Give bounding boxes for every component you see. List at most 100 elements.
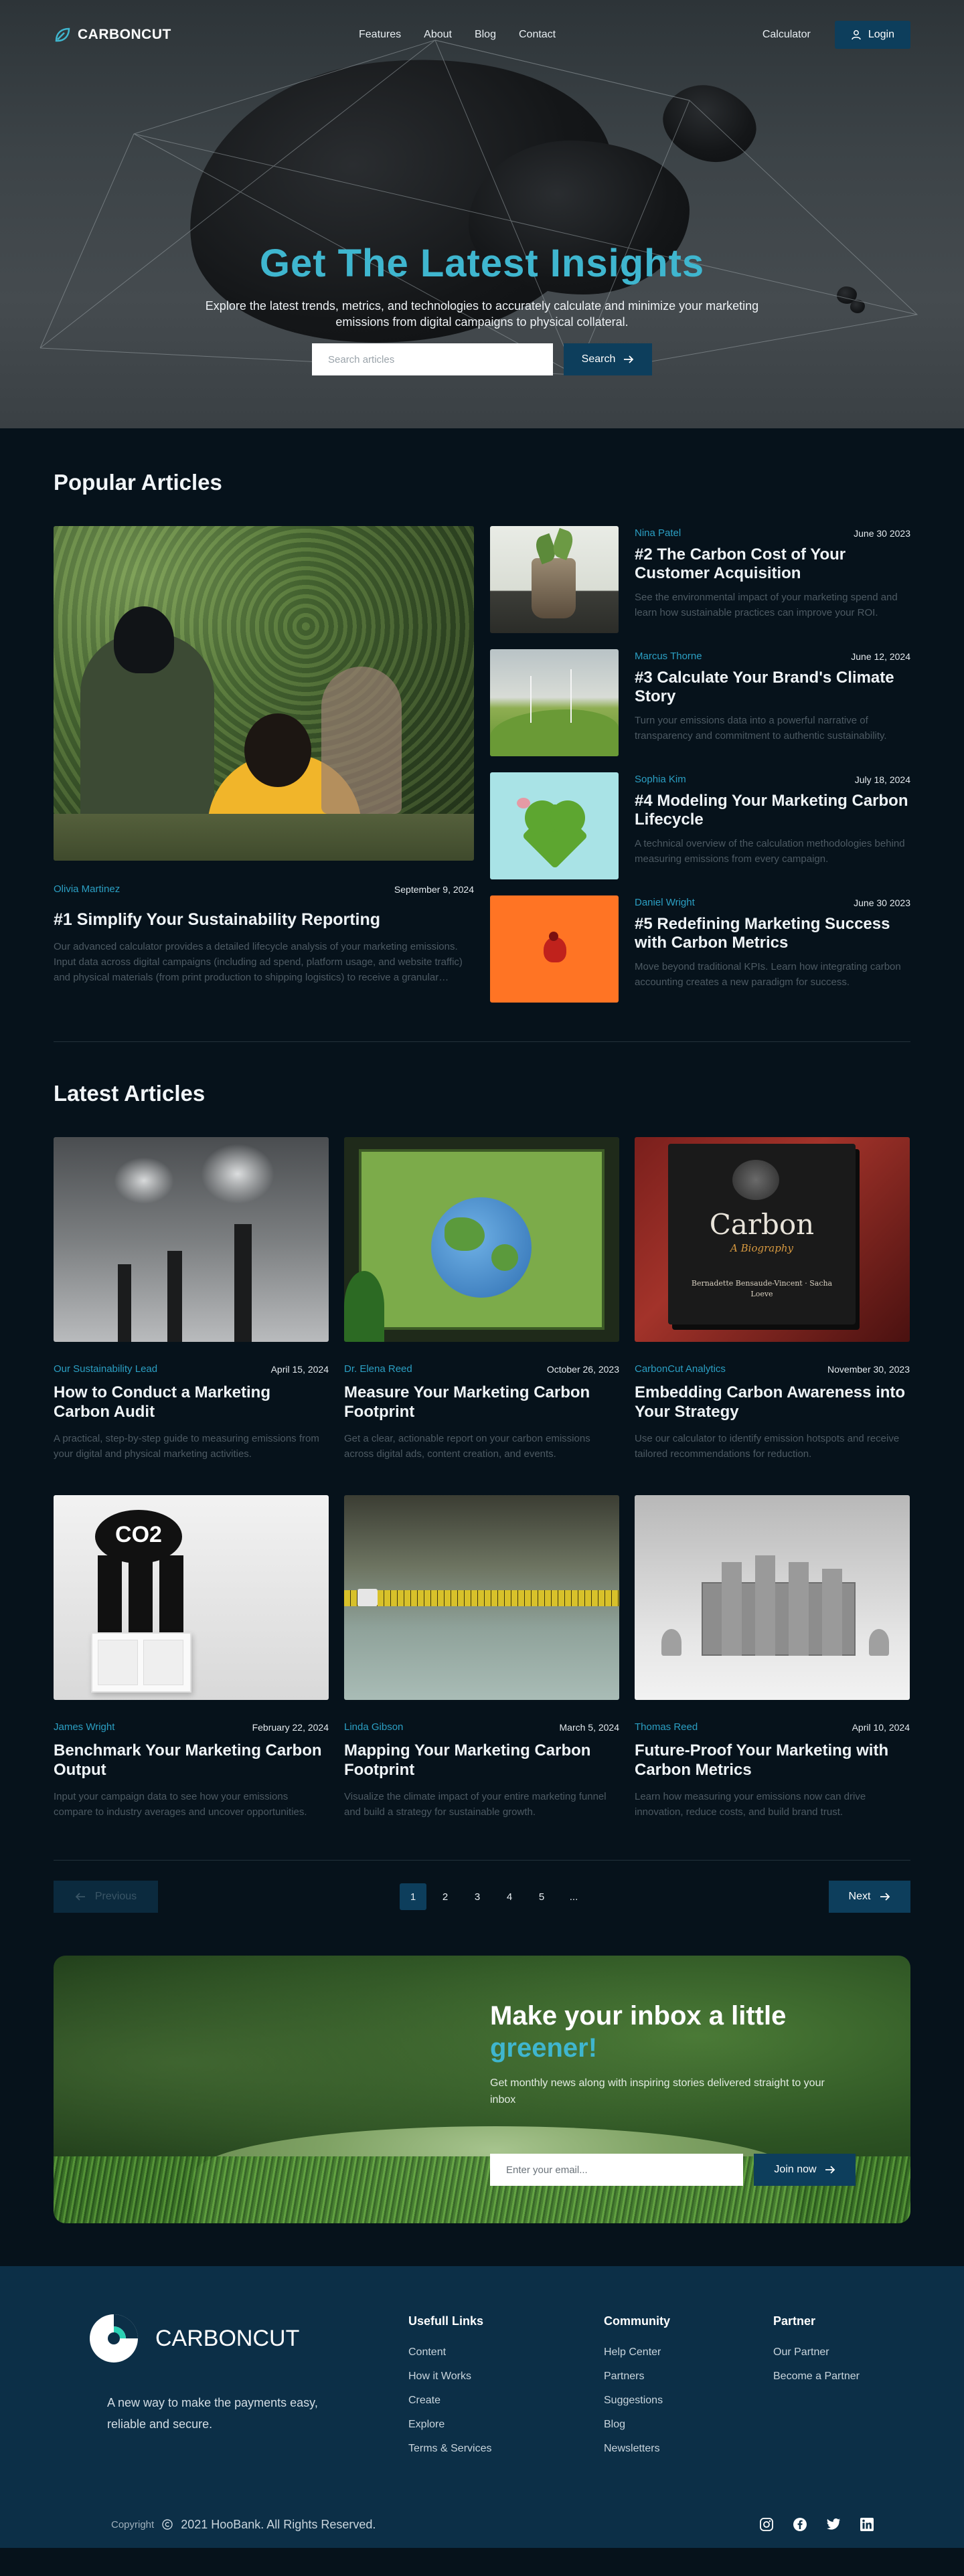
footer-link-content[interactable]: Content [408, 2340, 491, 2365]
footer-link-explore[interactable]: Explore [408, 2413, 491, 2437]
next-button[interactable]: Next [829, 1881, 910, 1913]
newsletter-title-b: greener! [490, 2033, 598, 2063]
card-author[interactable]: Dr. Elena Reed [344, 1363, 412, 1375]
article-card[interactable]: CO2 James Wright February 22, 2024 Bench… [54, 1495, 329, 1820]
feature-author[interactable]: Olivia Martinez [54, 883, 120, 895]
popular-item[interactable]: Marcus Thorne June 12, 2024 #3 Calculate… [490, 649, 910, 756]
top-nav: CARBONCUT Features About Blog Contact Ca… [0, 0, 964, 70]
footer-col-links: Usefull Links Content How it Works Creat… [408, 2314, 491, 2461]
feature-article[interactable]: Olivia Martinez September 9, 2024 #1 Sim… [54, 526, 474, 1003]
footer-link-blog[interactable]: Blog [604, 2413, 670, 2437]
search-input[interactable] [312, 343, 553, 375]
popular-title: Popular Articles [54, 470, 222, 495]
card-title[interactable]: How to Conduct a Marketing Carbon Audit [54, 1383, 329, 1422]
popular-item-author[interactable]: Nina Patel [635, 527, 681, 539]
card-author[interactable]: CarbonCut Analytics [635, 1363, 726, 1375]
instagram-icon[interactable] [759, 2517, 774, 2532]
email-field[interactable] [490, 2154, 743, 2186]
page-5[interactable]: 5 [528, 1883, 555, 1910]
facebook-icon[interactable] [793, 2517, 807, 2532]
join-now-button[interactable]: Join now [754, 2154, 856, 2186]
card-author[interactable]: Thomas Reed [635, 1721, 698, 1733]
next-label: Next [848, 1891, 871, 1902]
footer-tagline: A new way to make the payments easy, rel… [107, 2396, 318, 2431]
article-image-orange-globe [490, 895, 619, 1003]
article-image-measuring-tape [344, 1495, 619, 1700]
card-title[interactable]: Future-Proof Your Marketing with Carbon … [635, 1741, 910, 1780]
article-image-smokestacks [54, 1137, 329, 1342]
footer-link-partners[interactable]: Partners [604, 2365, 670, 2389]
card-author[interactable]: James Wright [54, 1721, 114, 1733]
footer-link-newsletters[interactable]: Newsletters [604, 2437, 670, 2461]
footer-link-terms[interactable]: Terms & Services [408, 2437, 491, 2461]
footer-link-help-center[interactable]: Help Center [604, 2340, 670, 2365]
popular-item-author[interactable]: Marcus Thorne [635, 651, 702, 662]
nav-link-blog[interactable]: Blog [475, 29, 496, 41]
social-links [759, 2517, 874, 2532]
popular-item-title[interactable]: #2 The Carbon Cost of Your Customer Acqu… [635, 545, 910, 583]
article-card[interactable]: Dr. Elena Reed October 26, 2023 Measure … [344, 1137, 619, 1462]
footer-link-create[interactable]: Create [408, 2389, 491, 2413]
card-title[interactable]: Embedding Carbon Awareness into Your Str… [635, 1383, 910, 1422]
footer-link-our-partner[interactable]: Our Partner [773, 2340, 860, 2365]
article-card[interactable]: Linda Gibson March 5, 2024 Mapping Your … [344, 1495, 619, 1820]
popular-item-desc: See the environmental impact of your mar… [635, 592, 898, 618]
login-button[interactable]: Login [834, 21, 910, 49]
book-subtitle: A Biography [730, 1242, 793, 1254]
footer-link-become-partner[interactable]: Become a Partner [773, 2365, 860, 2389]
brand-logo[interactable]: CARBONCUT [54, 26, 171, 44]
page-2[interactable]: 2 [432, 1883, 459, 1910]
popular-item[interactable]: Sophia Kim July 18, 2024 #4 Modeling You… [490, 772, 910, 879]
article-card[interactable]: Thomas Reed April 10, 2024 Future-Proof … [635, 1495, 910, 1820]
pagination: Previous 1 2 3 4 5 ... Next [54, 1881, 910, 1913]
popular-articles-section: Popular Articles Olivia Martinez Septemb… [54, 428, 910, 1042]
search-button[interactable]: Search [564, 343, 652, 375]
card-date: October 26, 2023 [546, 1363, 619, 1375]
leaf-logo-icon [55, 27, 70, 42]
popular-item[interactable]: Daniel Wright June 30 2023 #5 Redefining… [490, 895, 910, 1003]
previous-button[interactable]: Previous [54, 1881, 158, 1913]
footer-col-title: Partner [773, 2314, 816, 2328]
article-card[interactable]: Our Sustainability Lead April 15, 2024 H… [54, 1137, 329, 1462]
card-author[interactable]: Our Sustainability Lead [54, 1363, 157, 1375]
nav-link-about[interactable]: About [424, 29, 452, 41]
card-title[interactable]: Measure Your Marketing Carbon Footprint [344, 1383, 619, 1422]
article-card[interactable]: Carbon A Biography Bernadette Bensaude-V… [635, 1137, 910, 1462]
newsletter-title-a: Make your inbox a little [490, 2001, 787, 2031]
popular-item-author[interactable]: Daniel Wright [635, 897, 695, 908]
previous-label: Previous [94, 1891, 137, 1902]
footer-brand-name: CARBONCUT [155, 2325, 300, 2351]
article-image-wind-turbines [490, 649, 619, 756]
popular-item-author[interactable]: Sophia Kim [635, 774, 686, 785]
latest-articles-section: Latest Articles Our Sustainability Lead … [54, 1081, 910, 2223]
book-title: Carbon [709, 1208, 815, 1241]
article-image-co2-switch: CO2 [54, 1495, 329, 1700]
user-icon [852, 30, 861, 40]
popular-item-title[interactable]: #3 Calculate Your Brand's Climate Story [635, 669, 910, 706]
page-3[interactable]: 3 [464, 1883, 491, 1910]
footer-link-how-it-works[interactable]: How it Works [408, 2365, 491, 2389]
card-title[interactable]: Benchmark Your Marketing Carbon Output [54, 1741, 329, 1780]
page-4[interactable]: 4 [496, 1883, 523, 1910]
feature-title[interactable]: #1 Simplify Your Sustainability Reportin… [54, 910, 474, 930]
popular-item-title[interactable]: #5 Redefining Marketing Success with Car… [635, 915, 910, 952]
card-date: April 10, 2024 [852, 1721, 910, 1733]
article-image-carbon-book: Carbon A Biography Bernadette Bensaude-V… [635, 1137, 910, 1342]
hero-title: Get The Latest Insights [259, 242, 705, 285]
nav-link-contact[interactable]: Contact [519, 29, 556, 41]
twitter-icon[interactable] [826, 2517, 841, 2532]
copyright-icon [162, 2519, 173, 2530]
popular-item-title[interactable]: #4 Modeling Your Marketing Carbon Lifecy… [635, 792, 910, 829]
arrow-right-icon [825, 2166, 835, 2174]
card-author[interactable]: Linda Gibson [344, 1721, 403, 1733]
footer-logo[interactable]: CARBONCUT [88, 2313, 321, 2364]
linkedin-icon[interactable] [860, 2517, 874, 2532]
nav-link-calculator[interactable]: Calculator [762, 29, 811, 41]
brand-name: CARBONCUT [78, 27, 171, 42]
nav-link-features[interactable]: Features [359, 29, 401, 41]
page-1[interactable]: 1 [400, 1883, 426, 1910]
popular-item[interactable]: Nina Patel June 30 2023 #2 The Carbon Co… [490, 526, 910, 633]
card-title[interactable]: Mapping Your Marketing Carbon Footprint [344, 1741, 619, 1780]
footer-link-suggestions[interactable]: Suggestions [604, 2389, 670, 2413]
newsletter-subtitle: Get monthly news along with inspiring st… [490, 2077, 825, 2106]
